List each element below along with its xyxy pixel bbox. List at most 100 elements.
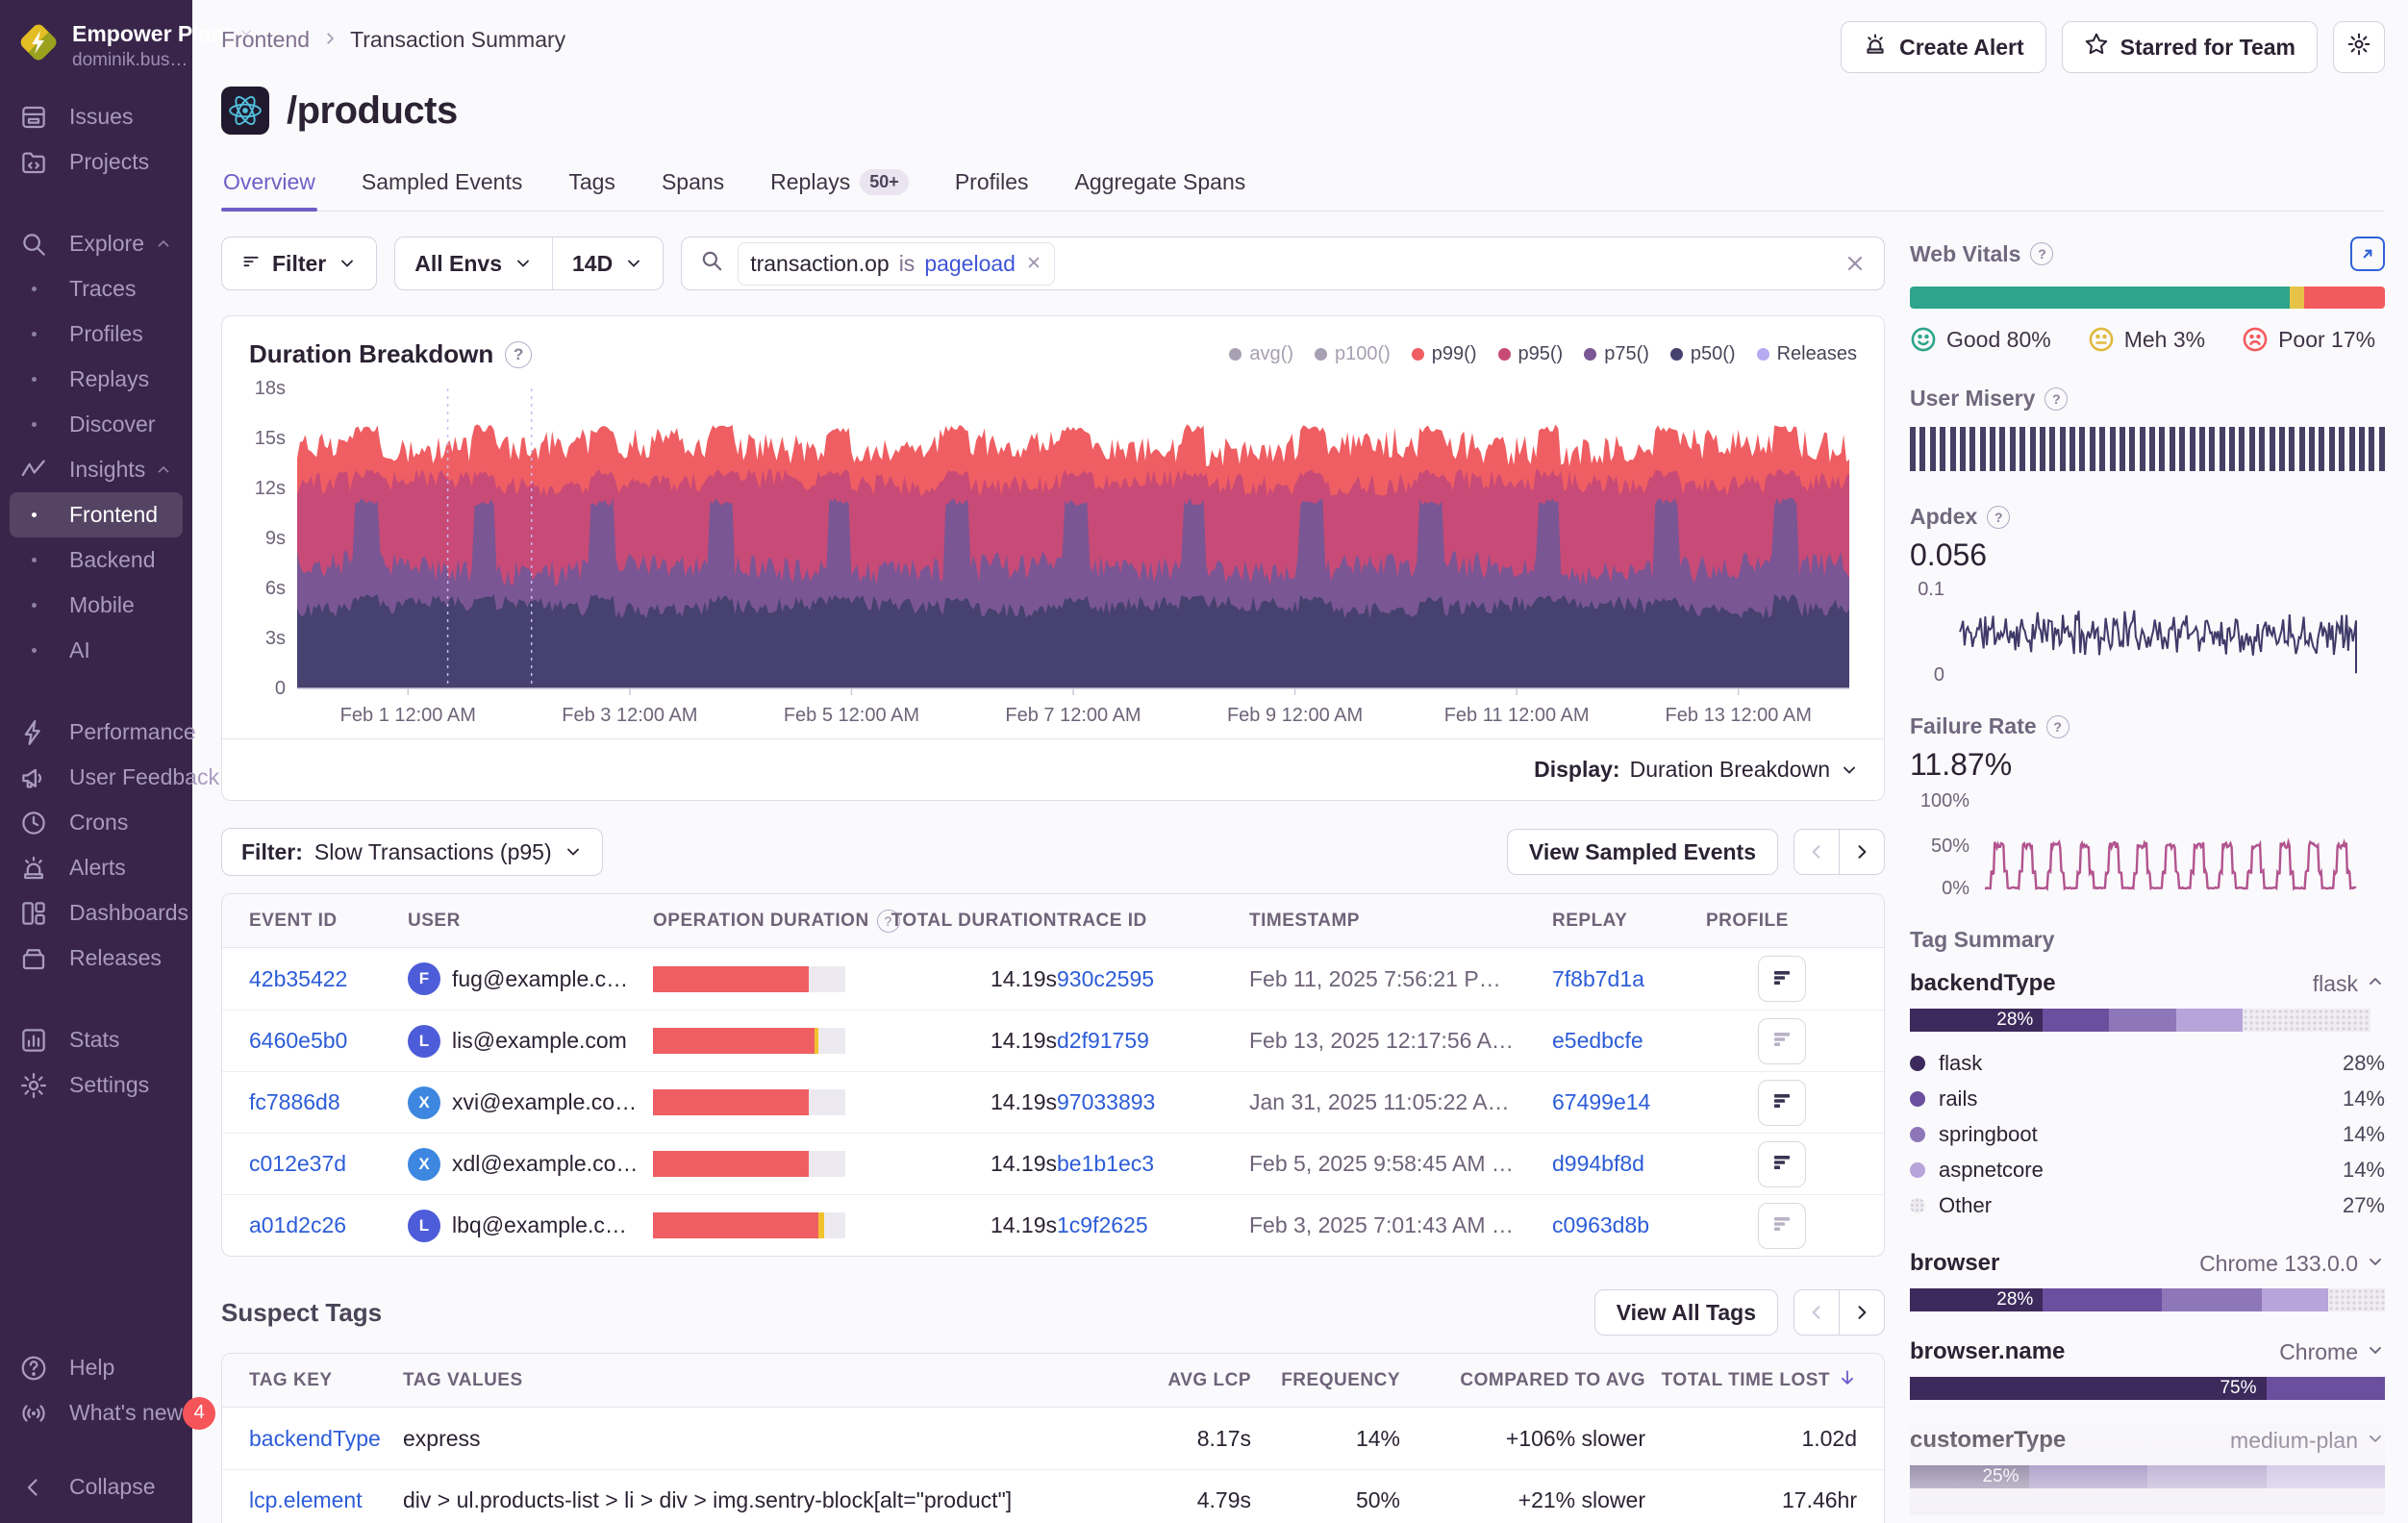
replay-link[interactable]: 7f8b7d1a [1552, 966, 1644, 992]
transactions-filter-dropdown[interactable]: Filter: Slow Transactions (p95) [221, 828, 603, 876]
settings-icon [19, 1071, 48, 1100]
org-switcher[interactable]: Empower Plant dominik.buszowiec... [0, 17, 192, 81]
sidebar-item-frontend[interactable]: Frontend [10, 492, 183, 537]
trace-id-link[interactable]: 97033893 [1057, 1089, 1155, 1115]
legend-p95[interactable]: p95() [1498, 343, 1564, 365]
sidebar-item-releases[interactable]: Releases [10, 936, 183, 981]
tab-spans[interactable]: Spans [660, 163, 726, 211]
pager-prev-button[interactable] [1793, 1289, 1840, 1336]
pager-prev-button[interactable] [1793, 829, 1840, 875]
settings-gear-button[interactable] [2333, 21, 2385, 73]
sidebar-item-mobile[interactable]: Mobile [10, 583, 183, 628]
tab-profiles[interactable]: Profiles [953, 163, 1031, 211]
replay-link[interactable]: c0963d8b [1552, 1212, 1649, 1238]
event-id-link[interactable]: 6460e5b0 [249, 1028, 347, 1054]
tag-segment [2029, 1465, 2148, 1488]
trace-id-link[interactable]: 1c9f2625 [1057, 1212, 1148, 1238]
event-id-link[interactable]: 42b35422 [249, 966, 347, 992]
segment-percent-label: 28% [1996, 1289, 2043, 1311]
sidebar-item-alerts[interactable]: Alerts [10, 845, 183, 890]
sidebar-item-backend[interactable]: Backend [10, 537, 183, 583]
tag-summary-section: Tag Summary backendTypeflask28%flask28%r… [1910, 927, 2385, 1515]
tab-tags[interactable]: Tags [566, 163, 617, 211]
sidebar-item-dashboards[interactable]: Dashboards [10, 890, 183, 936]
legend-p50[interactable]: p50() [1670, 343, 1736, 365]
breadcrumb-frontend[interactable]: Frontend [221, 27, 310, 53]
legend-p75[interactable]: p75() [1584, 343, 1649, 365]
tag-dropdown-browser-name[interactable]: browser.nameChrome [1910, 1338, 2385, 1365]
pager-next-button[interactable] [1839, 1289, 1885, 1336]
sidebar-item-what-s-new[interactable]: What's new4 [10, 1390, 183, 1436]
sidebar-item-settings[interactable]: Settings [10, 1062, 183, 1108]
tag-dropdown-browser[interactable]: browserChrome 133.0.0 [1910, 1250, 2385, 1277]
sidebar-item-user-feedback[interactable]: User Feedback [10, 755, 183, 800]
token-remove-icon[interactable] [1025, 251, 1042, 277]
tag-key-link[interactable]: backendType [249, 1426, 381, 1452]
sidebar-item-collapse[interactable]: Collapse [10, 1464, 183, 1510]
sidebar-item-explore[interactable]: Explore [10, 221, 183, 266]
help-icon[interactable]: ? [1987, 506, 2010, 529]
replay-link[interactable]: e5edbcfe [1552, 1028, 1643, 1054]
help-icon[interactable]: ? [2030, 242, 2053, 265]
profile-button[interactable] [1758, 1080, 1806, 1126]
create-alert-button[interactable]: Create Alert [1841, 21, 2046, 73]
tag-key-link[interactable]: lcp.element [249, 1487, 363, 1513]
view-all-tags-button[interactable]: View All Tags [1594, 1289, 1778, 1336]
help-icon[interactable]: ? [505, 341, 532, 368]
sidebar-item-discover[interactable]: Discover [10, 402, 183, 447]
replay-link[interactable]: 67499e14 [1552, 1089, 1650, 1115]
replay-link[interactable]: d994bf8d [1552, 1151, 1644, 1177]
sidebar-item-insights[interactable]: Insights [10, 447, 183, 492]
event-id-link[interactable]: fc7886d8 [249, 1089, 340, 1115]
sidebar-item-projects[interactable]: Projects [10, 139, 183, 185]
tag-dropdown-backendtype[interactable]: backendTypeflask [1910, 970, 2385, 997]
profile-button[interactable] [1758, 1141, 1806, 1187]
sidebar-item-performance[interactable]: Performance [10, 710, 183, 755]
search-clear-icon[interactable] [1844, 252, 1867, 275]
sidebar-item-stats[interactable]: Stats [10, 1017, 183, 1062]
filter-dropdown[interactable]: Filter [221, 237, 377, 290]
event-id-link[interactable]: c012e37d [249, 1151, 346, 1177]
date-range-dropdown[interactable]: 14D [552, 237, 663, 289]
profile-button[interactable] [1758, 1203, 1806, 1249]
sidebar-item-profiles[interactable]: Profiles [10, 312, 183, 357]
profile-button[interactable] [1758, 956, 1806, 1002]
user-misery-bar [1969, 427, 1975, 471]
search-token[interactable]: transaction.op is pageload [738, 242, 1055, 286]
sidebar-item-crons[interactable]: Crons [10, 800, 183, 845]
tab-replays[interactable]: Replays50+ [768, 163, 911, 211]
display-row: Display: Duration Breakdown [222, 738, 1884, 800]
trace-id-link[interactable]: d2f91759 [1057, 1028, 1149, 1054]
tab-aggregate-spans[interactable]: Aggregate Spans [1073, 163, 1248, 211]
timestamp: Jan 31, 2025 11:05:22 A… [1249, 1089, 1552, 1115]
help-icon[interactable]: ? [2044, 387, 2068, 411]
trace-id-link[interactable]: be1b1ec3 [1057, 1151, 1154, 1177]
sidebar-item-traces[interactable]: Traces [10, 266, 183, 312]
display-dropdown[interactable]: Duration Breakdown [1630, 757, 1830, 783]
sidebar-item-ai[interactable]: AI [10, 628, 183, 673]
bullet-icon [19, 377, 48, 382]
environment-dropdown[interactable]: All Envs [395, 237, 552, 289]
legend-avg[interactable]: avg() [1229, 343, 1293, 365]
tag-dropdown-customertype[interactable]: customerTypemedium-plan [1910, 1427, 2385, 1454]
sidebar-item-replays[interactable]: Replays [10, 357, 183, 402]
legend-p99[interactable]: p99() [1412, 343, 1477, 365]
help-icon[interactable]: ? [2046, 715, 2069, 738]
chevron-right-icon [321, 27, 339, 53]
trace-id-link[interactable]: 930c2595 [1057, 966, 1154, 992]
search-input[interactable]: transaction.op is pageload [681, 237, 1885, 290]
sidebar-item-help[interactable]: Help [10, 1345, 183, 1390]
legend-p100[interactable]: p100() [1315, 343, 1391, 365]
profile-button[interactable] [1758, 1018, 1806, 1064]
tab-sampled-events[interactable]: Sampled Events [360, 163, 524, 211]
sort-descending-icon[interactable] [1838, 1368, 1857, 1393]
tab-overview[interactable]: Overview [221, 163, 317, 211]
user-misery-bar [2369, 427, 2374, 471]
external-link-icon[interactable] [2350, 237, 2385, 271]
legend-releases[interactable]: Releases [1757, 343, 1857, 365]
event-id-link[interactable]: a01d2c26 [249, 1212, 346, 1238]
view-sampled-events-button[interactable]: View Sampled Events [1507, 829, 1778, 875]
sidebar-item-issues[interactable]: Issues [10, 94, 183, 139]
pager-next-button[interactable] [1839, 829, 1885, 875]
starred-for-team-button[interactable]: Starred for Team [2062, 21, 2318, 73]
